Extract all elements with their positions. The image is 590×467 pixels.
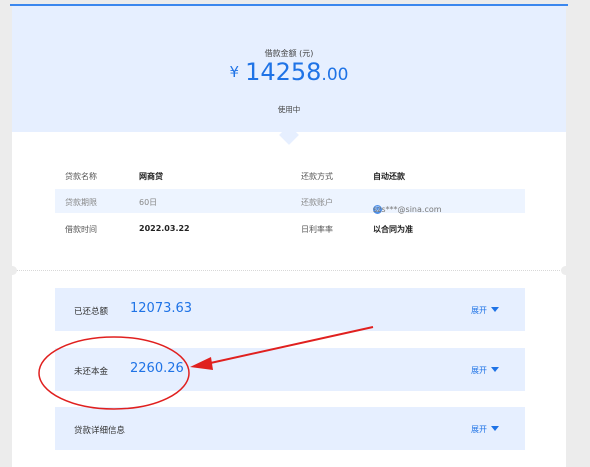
panel-label: 贷款详细信息 — [74, 426, 126, 436]
caret-down-icon — [491, 307, 499, 312]
divider-notch-left — [12, 266, 17, 275]
dotted-divider — [12, 270, 566, 271]
expand-label: 展开 — [471, 366, 487, 375]
account-email: szs***@sina.com — [373, 205, 442, 214]
caret-down-icon — [491, 426, 499, 431]
amount-integer: 14258 — [245, 58, 322, 86]
detail-value: 2022.03.22 — [139, 224, 190, 233]
panel-label: 已还总额 — [74, 307, 109, 317]
detail-key: 还款方式 — [301, 172, 333, 181]
unpaid-principal-value: 2260.26 — [130, 361, 184, 376]
detail-value: 自动还款 — [373, 172, 405, 181]
panel-label: 未还本金 — [74, 367, 109, 377]
currency-symbol: ¥ — [229, 63, 240, 81]
detail-value: 以合同为准 — [373, 225, 413, 234]
detail-value: 60日 — [139, 198, 158, 207]
detail-key: 贷款名称 — [65, 172, 97, 181]
detail-key: 还款账户 — [301, 198, 333, 207]
repaid-total-panel[interactable]: 已还总额 12073.63 展开 — [55, 288, 525, 331]
detail-key: 贷款期限 — [65, 198, 97, 207]
detail-key: 借款时间 — [65, 225, 97, 234]
detail-row-name: 贷款名称 网商贷 还款方式 自动还款 — [55, 163, 525, 187]
loan-amount: ¥14258.00 — [12, 58, 566, 86]
detail-row-date: 借款时间 2022.03.22 日利率率 以合同为准 — [55, 216, 525, 240]
expand-label: 展开 — [471, 306, 487, 315]
expand-toggle[interactable]: 展开 — [471, 305, 499, 316]
expand-label: 展开 — [471, 425, 487, 434]
loan-detail-card: 借款金额 (元) ¥14258.00 使用中 贷款名称 网商贷 还款方式 自动还… — [12, 6, 566, 467]
caret-down-icon — [491, 367, 499, 372]
loan-details-panel[interactable]: 贷款详细信息 展开 — [55, 407, 525, 450]
divider-notch-right — [561, 266, 566, 275]
expand-toggle[interactable]: 展开 — [471, 365, 499, 376]
loan-status: 使用中 — [277, 105, 301, 114]
detail-key: 日利率率 — [301, 225, 333, 234]
detail-row-term: 贷款期限 60日 还款账户 ☺ szs***@sina.com — [55, 189, 525, 214]
repaid-total-value: 12073.63 — [130, 301, 193, 316]
expand-toggle[interactable]: 展开 — [471, 424, 499, 435]
unpaid-principal-panel[interactable]: 未还本金 2260.26 展开 — [55, 348, 525, 391]
amount-decimal: .00 — [321, 65, 349, 85]
detail-value: 网商贷 — [139, 172, 163, 181]
